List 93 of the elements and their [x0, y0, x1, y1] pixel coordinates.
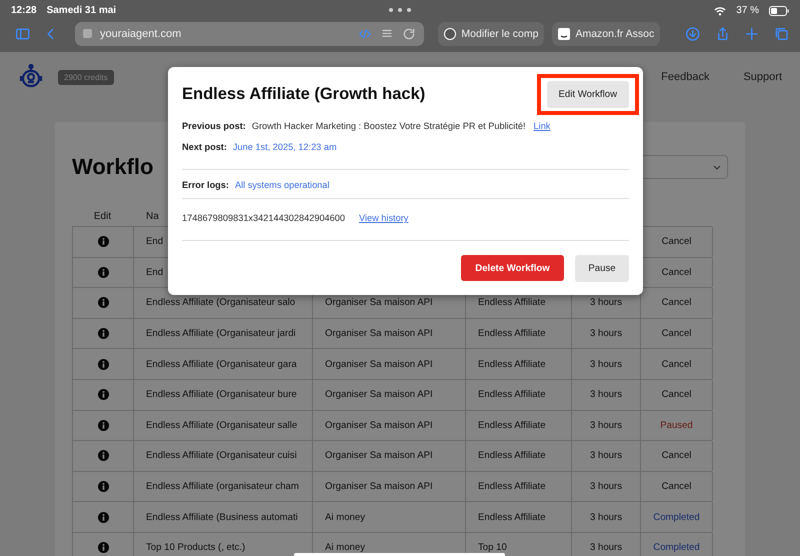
info-icon[interactable]: [98, 512, 108, 523]
table-cell: Ai money: [325, 542, 365, 554]
battery-percent: 37 %: [736, 5, 759, 16]
table-cell: 3 hours: [590, 542, 622, 554]
table-cell: 3 hours: [590, 512, 622, 523]
table-cell: 3 hours: [590, 358, 622, 370]
table-cell: Endless Affiliate: [478, 328, 546, 340]
status-text[interactable]: Cancel: [662, 481, 692, 492]
clock: 12:28: [11, 5, 37, 16]
info-icon[interactable]: [98, 328, 108, 340]
table-cell: Endless Affiliate (Business automati: [146, 512, 298, 523]
table-cell: Endless Affiliate (Organisateur salo: [146, 297, 296, 308]
info-icon[interactable]: [98, 297, 108, 308]
info-icon[interactable]: [98, 266, 108, 278]
table-cell: 3 hours: [590, 481, 622, 492]
table-cell: Organiser Sa maison API: [325, 328, 433, 340]
table-cell: Organiser Sa maison API: [325, 420, 433, 431]
table-cell: Endless Affiliate (Organisateur jardi: [146, 328, 296, 340]
table-cell: Endless Affiliate: [478, 389, 546, 400]
table-cell: Endless Affiliate: [478, 450, 546, 462]
pause-button[interactable]: Pause: [575, 255, 629, 282]
date: Samedi 31 mai: [46, 5, 116, 16]
site-icon: [82, 29, 92, 38]
status-text[interactable]: Cancel: [662, 297, 692, 308]
table-cell: End: [146, 236, 164, 248]
info-icon[interactable]: [98, 420, 108, 431]
table-cell: 3 hours: [590, 297, 622, 308]
table-cell: Organiser Sa maison API: [325, 450, 433, 462]
table-cell: Endless Affiliate (Organisateur bure: [146, 389, 297, 400]
url-text: youraiagent.com: [100, 28, 182, 40]
table-cell: Ai money: [325, 512, 365, 523]
status-text[interactable]: Cancel: [662, 328, 692, 340]
edit-workflow-button[interactable]: Edit Workflow: [546, 80, 629, 108]
column-header: Edit: [94, 210, 112, 222]
info-icon[interactable]: [98, 358, 108, 370]
browser-tab[interactable]: Modifier le comp: [438, 22, 544, 46]
table-cell: Top 10: [478, 542, 507, 554]
info-icon[interactable]: [98, 236, 108, 248]
column-header: Na: [146, 210, 159, 222]
field-label: Error logs:: [182, 180, 229, 190]
table-cell: Organiser Sa maison API: [325, 297, 433, 308]
page-title: Workflo: [72, 154, 154, 180]
field-label: Next post:: [182, 142, 227, 152]
table-cell: Endless Affiliate (organisateur cham: [146, 481, 299, 492]
history-link[interactable]: View history: [359, 213, 408, 223]
more-icon[interactable]: [388, 7, 412, 13]
table-cell: Endless Affiliate (Organisateur gara: [146, 358, 297, 370]
address-bar[interactable]: youraiagent.com: [74, 22, 424, 46]
info-icon[interactable]: [98, 481, 108, 492]
post-link[interactable]: Link: [534, 121, 550, 131]
info-icon[interactable]: [98, 542, 108, 554]
table-cell: 3 hours: [590, 420, 622, 431]
reload-icon[interactable]: [402, 26, 416, 42]
field-value: All systems operational: [234, 180, 330, 190]
status-text[interactable]: Cancel: [662, 358, 692, 370]
status-text[interactable]: Cancel: [662, 389, 692, 400]
table-cell: Endless Affiliate: [478, 481, 546, 492]
workflow-id: 1748679809831x342144302842904600: [182, 213, 345, 223]
dialog-title: Endless Affiliate (Growth hack): [182, 84, 426, 104]
nav-link[interactable]: Feedback: [661, 71, 710, 83]
table-cell: 3 hours: [590, 328, 622, 340]
field-label: Previous post:: [182, 121, 246, 131]
status-text[interactable]: Paused: [660, 420, 693, 431]
credits-badge: 2900 credits: [58, 70, 114, 84]
robot-logo-icon[interactable]: [18, 64, 44, 90]
table-cell: Top 10 Products (, etc.): [146, 542, 246, 554]
nav-link[interactable]: Support: [743, 71, 782, 83]
battery-icon: [769, 6, 789, 16]
table-cell: Endless Affiliate: [478, 512, 546, 523]
wifi-icon: [714, 6, 726, 16]
status-text[interactable]: Cancel: [662, 236, 692, 248]
table-cell: Organiser Sa maison API: [325, 389, 433, 400]
table-cell: Endless Affiliate (Organisateur salle: [146, 420, 298, 431]
status-text[interactable]: Cancel: [662, 266, 692, 278]
table-cell: Endless Affiliate: [478, 420, 546, 431]
table-cell: 3 hours: [590, 450, 622, 462]
browser-tab[interactable]: Amazon.fr Assoc: [552, 22, 660, 46]
status-text[interactable]: Cancel: [662, 450, 692, 462]
table-cell: Endless Affiliate (Organisateur cuisi: [146, 450, 297, 462]
status-text[interactable]: Completed: [653, 542, 700, 554]
table-cell: End: [146, 266, 164, 278]
table-cell: Organiser Sa maison API: [325, 358, 433, 370]
chevron-icon: [713, 164, 721, 170]
info-icon[interactable]: [98, 389, 108, 400]
field-value: June 1st, 2025, 12:23 am: [232, 142, 337, 152]
table-cell: Organiser Sa maison API: [325, 481, 433, 492]
table-cell: 3 hours: [590, 389, 622, 400]
table-cell: Endless Affiliate: [478, 297, 546, 308]
table-cell: Endless Affiliate: [478, 358, 546, 370]
field-value: Growth Hacker Marketing : Boostez Votre Stratégie PR et Publicité!: [252, 121, 526, 131]
delete-workflow-button[interactable]: Delete Workflow: [461, 255, 564, 281]
status-text[interactable]: Completed: [653, 512, 700, 523]
info-icon[interactable]: [98, 450, 108, 462]
